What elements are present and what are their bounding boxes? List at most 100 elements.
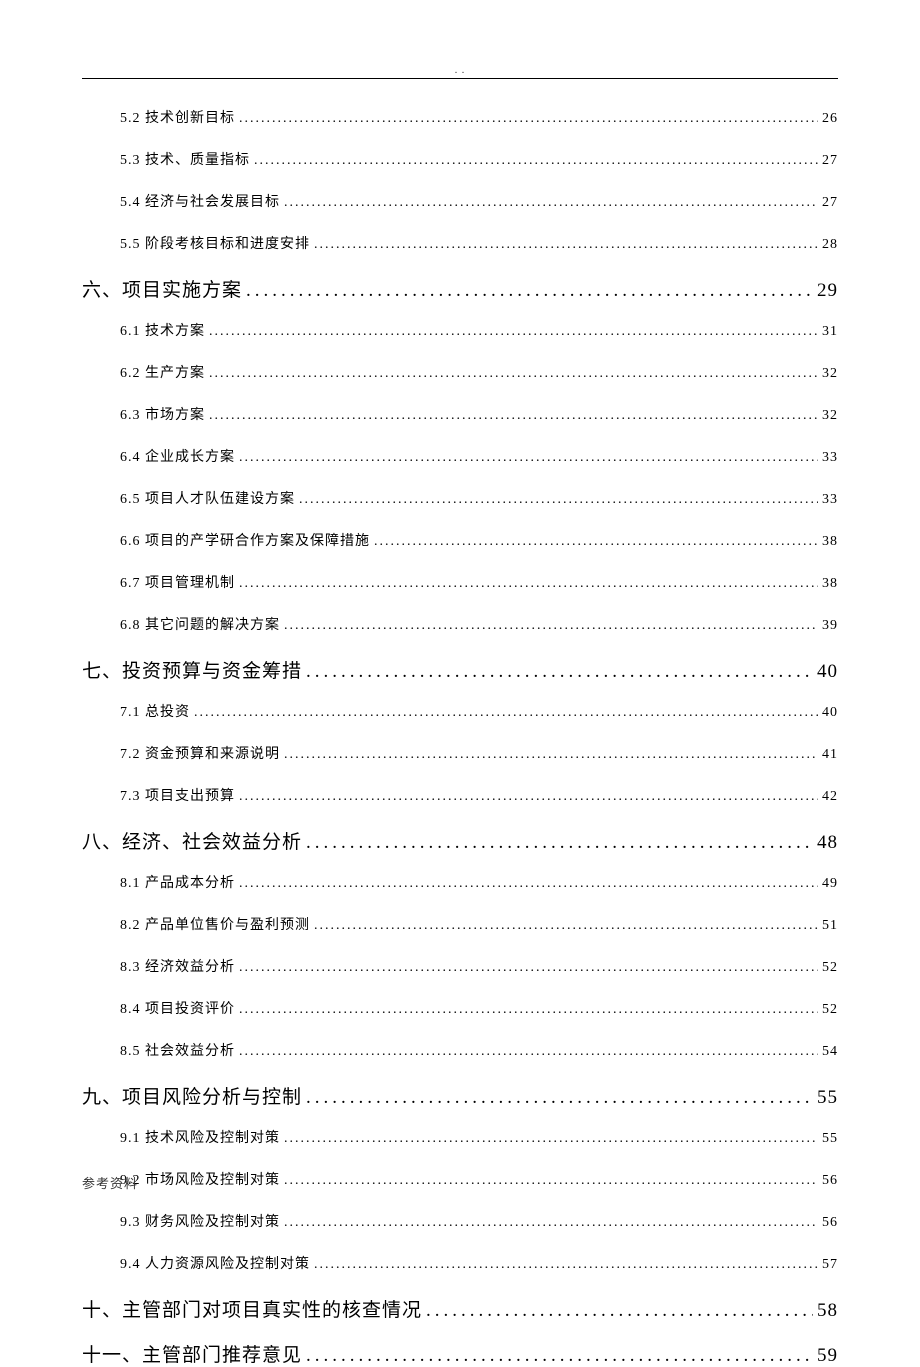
toc-entry-title: 九、项目风险分析与控制: [82, 1082, 302, 1109]
toc-leader-dots: ........................................…: [239, 111, 818, 127]
toc-entry-title: 8.5 社会效益分析: [120, 1040, 235, 1060]
toc-entry-title: 5.3 技术、质量指标: [120, 149, 250, 169]
toc-entry-page: 38: [822, 576, 838, 592]
toc-leader-dots: ........................................…: [284, 618, 818, 634]
toc-entry-page: 28: [822, 237, 838, 253]
toc-leader-dots: ........................................…: [306, 832, 813, 854]
toc-entry: 8.1 产品成本分析..............................…: [120, 872, 838, 892]
toc-leader-dots: ........................................…: [246, 280, 813, 302]
toc-entry-page: 57: [822, 1257, 838, 1273]
toc-entry-title: 6.7 项目管理机制: [120, 572, 235, 592]
toc-entry-page: 33: [822, 492, 838, 508]
toc-entry-page: 39: [822, 618, 838, 634]
toc-entry-title: 7.2 资金预算和来源说明: [120, 743, 280, 763]
header-marks: . .: [82, 65, 838, 76]
toc-entry-page: 56: [822, 1173, 838, 1189]
toc-leader-dots: ........................................…: [314, 237, 818, 253]
toc-entry-title: 6.4 企业成长方案: [120, 446, 235, 466]
toc-entry-title: 5.4 经济与社会发展目标: [120, 191, 280, 211]
toc-entry-title: 7.3 项目支出预算: [120, 785, 235, 805]
toc-entry-title: 7.1 总投资: [120, 701, 190, 721]
toc-leader-dots: ........................................…: [239, 960, 818, 976]
toc-entry: 5.3 技术、质量指标.............................…: [120, 149, 838, 169]
toc-entry-page: 27: [822, 195, 838, 211]
toc-leader-dots: ........................................…: [239, 1044, 818, 1060]
document-page: . . 5.2 技术创新目标..........................…: [0, 0, 920, 1367]
toc-entry-page: 55: [817, 1087, 838, 1109]
toc-entry: 9.2 市场风险及控制对策...........................…: [120, 1169, 838, 1189]
toc-leader-dots: ........................................…: [284, 1131, 818, 1147]
toc-leader-dots: ........................................…: [374, 534, 818, 550]
toc-entry: 十、主管部门对项目真实性的核查情况.......................…: [82, 1295, 838, 1322]
toc-entry-page: 56: [822, 1215, 838, 1231]
toc-entry: 六、项目实施方案................................…: [82, 275, 838, 302]
toc-entry: 6.4 企业成长方案..............................…: [120, 446, 838, 466]
toc-leader-dots: ........................................…: [254, 153, 818, 169]
toc-entry: 7.1 总投资.................................…: [120, 701, 838, 721]
toc-entry: 5.5 阶段考核目标和进度安排.........................…: [120, 233, 838, 253]
toc-entry-title: 9.1 技术风险及控制对策: [120, 1127, 280, 1147]
toc-entry-title: 十一、主管部门推荐意见: [82, 1340, 302, 1367]
toc-entry-title: 6.6 项目的产学研合作方案及保障措施: [120, 530, 370, 550]
toc-entry-title: 9.3 财务风险及控制对策: [120, 1211, 280, 1231]
toc-entry: 七、投资预算与资金筹措.............................…: [82, 656, 838, 683]
toc-entry-title: 6.5 项目人才队伍建设方案: [120, 488, 295, 508]
toc-entry: 8.3 经济效益分析..............................…: [120, 956, 838, 976]
toc-entry: 9.1 技术风险及控制对策...........................…: [120, 1127, 838, 1147]
toc-entry-title: 9.4 人力资源风险及控制对策: [120, 1253, 310, 1273]
toc-entry: 6.1 技术方案................................…: [120, 320, 838, 340]
toc-leader-dots: ........................................…: [209, 324, 818, 340]
toc-entry: 九、项目风险分析与控制.............................…: [82, 1082, 838, 1109]
toc-leader-dots: ........................................…: [284, 1215, 818, 1231]
toc-entry-page: 51: [822, 918, 838, 934]
toc-entry-title: 八、经济、社会效益分析: [82, 827, 302, 854]
toc-entry-page: 59: [817, 1345, 838, 1367]
header-rule: [82, 78, 838, 79]
toc-entry: 八、经济、社会效益分析.............................…: [82, 827, 838, 854]
toc-entry-page: 31: [822, 324, 838, 340]
toc-entry: 6.7 项目管理机制..............................…: [120, 572, 838, 592]
toc-entry-page: 58: [817, 1300, 838, 1322]
toc-entry: 6.3 市场方案................................…: [120, 404, 838, 424]
toc-entry-page: 27: [822, 153, 838, 169]
toc-entry-page: 42: [822, 789, 838, 805]
table-of-contents: 5.2 技术创新目标..............................…: [82, 107, 838, 1367]
toc-leader-dots: ........................................…: [239, 1002, 818, 1018]
toc-leader-dots: ........................................…: [299, 492, 818, 508]
footer-reference-text: 参考资料: [82, 1173, 138, 1192]
toc-entry-page: 52: [822, 960, 838, 976]
toc-entry-page: 26: [822, 111, 838, 127]
toc-entry-title: 十、主管部门对项目真实性的核查情况: [82, 1295, 422, 1322]
toc-entry-title: 6.3 市场方案: [120, 404, 205, 424]
toc-entry-title: 8.4 项目投资评价: [120, 998, 235, 1018]
toc-entry-page: 29: [817, 280, 838, 302]
toc-entry-page: 32: [822, 408, 838, 424]
toc-entry: 8.2 产品单位售价与盈利预测.........................…: [120, 914, 838, 934]
toc-entry: 6.8 其它问题的解决方案...........................…: [120, 614, 838, 634]
toc-entry-page: 38: [822, 534, 838, 550]
toc-entry-page: 54: [822, 1044, 838, 1060]
toc-leader-dots: ........................................…: [209, 366, 818, 382]
toc-entry-title: 5.5 阶段考核目标和进度安排: [120, 233, 310, 253]
toc-entry-title: 5.2 技术创新目标: [120, 107, 235, 127]
toc-entry-page: 55: [822, 1131, 838, 1147]
toc-entry: 8.4 项目投资评价..............................…: [120, 998, 838, 1018]
toc-leader-dots: ........................................…: [209, 408, 818, 424]
toc-entry-title: 6.8 其它问题的解决方案: [120, 614, 280, 634]
toc-leader-dots: ........................................…: [306, 1087, 813, 1109]
toc-entry: 7.3 项目支出预算..............................…: [120, 785, 838, 805]
toc-entry-page: 52: [822, 1002, 838, 1018]
toc-leader-dots: ........................................…: [239, 450, 818, 466]
toc-entry: 7.2 资金预算和来源说明...........................…: [120, 743, 838, 763]
toc-entry-title: 8.3 经济效益分析: [120, 956, 235, 976]
toc-entry-page: 41: [822, 747, 838, 763]
toc-entry-title: 8.1 产品成本分析: [120, 872, 235, 892]
toc-leader-dots: ........................................…: [194, 705, 818, 721]
toc-entry: 6.5 项目人才队伍建设方案..........................…: [120, 488, 838, 508]
toc-entry: 5.2 技术创新目标..............................…: [120, 107, 838, 127]
toc-leader-dots: ........................................…: [314, 918, 818, 934]
toc-entry: 5.4 经济与社会发展目标...........................…: [120, 191, 838, 211]
toc-entry-title: 8.2 产品单位售价与盈利预测: [120, 914, 310, 934]
toc-entry-page: 32: [822, 366, 838, 382]
toc-entry-title: 六、项目实施方案: [82, 275, 242, 302]
